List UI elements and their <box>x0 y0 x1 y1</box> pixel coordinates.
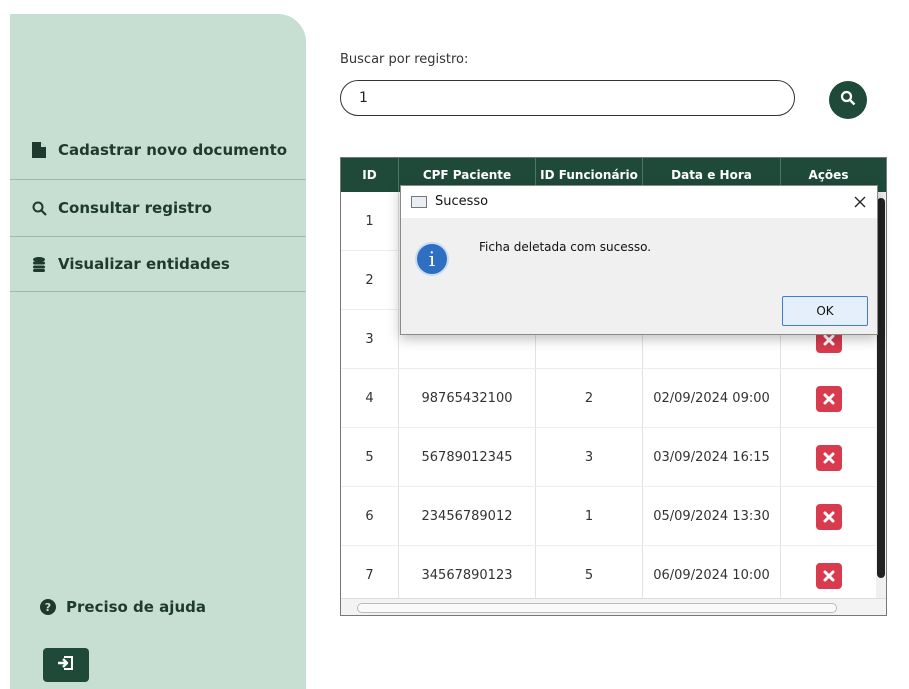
sign-out-icon <box>57 655 75 675</box>
close-icon <box>823 452 834 463</box>
logout-button[interactable] <box>43 648 89 682</box>
cell-datahora: 06/09/2024 10:00 <box>643 546 781 605</box>
delete-button[interactable] <box>815 385 842 412</box>
cell-funcionario: 5 <box>536 546 643 605</box>
close-icon <box>823 570 834 581</box>
cell-acoes <box>781 546 876 605</box>
cell-acoes <box>781 487 876 546</box>
sidebar-item-label: Consultar registro <box>58 199 212 217</box>
table-row[interactable]: 5 56789012345 3 03/09/2024 16:15 <box>341 428 886 487</box>
dialog-title: Sucesso <box>435 194 489 209</box>
search-icon <box>30 199 48 217</box>
cell-datahora: 05/09/2024 13:30 <box>643 487 781 546</box>
sidebar-item-visualizar[interactable]: Visualizar entidades <box>10 236 306 292</box>
dialog-close-button[interactable] <box>847 190 873 214</box>
cell-acoes <box>781 369 876 428</box>
cell-id: 7 <box>341 546 399 605</box>
sidebar-item-label: Cadastrar novo documento <box>58 141 288 159</box>
cell-funcionario: 1 <box>536 487 643 546</box>
close-icon <box>823 334 834 345</box>
cell-datahora: 03/09/2024 16:15 <box>643 428 781 487</box>
horizontal-scrollbar[interactable] <box>341 598 886 615</box>
cell-id: 3 <box>341 310 399 369</box>
cell-funcionario: 3 <box>536 428 643 487</box>
cell-funcionario: 2 <box>536 369 643 428</box>
cell-cpf: 34567890123 <box>399 546 536 605</box>
cell-id: 6 <box>341 487 399 546</box>
delete-button[interactable] <box>815 503 842 530</box>
delete-button[interactable] <box>815 444 842 471</box>
cell-id: 4 <box>341 369 399 428</box>
info-icon: i <box>415 242 449 276</box>
app-window: Cadastrar novo documento Consultar regis… <box>0 0 909 689</box>
search-icon <box>840 90 856 110</box>
column-header-id[interactable]: ID <box>341 158 399 192</box>
sidebar-item-cadastrar[interactable]: Cadastrar novo documento <box>10 122 306 178</box>
horizontal-scrollbar-thumb[interactable] <box>357 603 837 613</box>
dialog-body: i Ficha deletada com sucesso. OK <box>401 218 877 334</box>
divider <box>10 291 306 292</box>
dialog-titlebar[interactable]: Sucesso <box>401 186 877 218</box>
success-dialog: Sucesso i Ficha deletada com sucesso. OK <box>400 185 878 335</box>
search-label: Buscar por registro: <box>340 52 469 67</box>
vertical-scrollbar-thumb[interactable] <box>877 198 885 578</box>
database-icon <box>30 255 48 273</box>
close-icon <box>854 196 866 208</box>
sidebar-item-label: Visualizar entidades <box>58 255 230 273</box>
table-row[interactable]: 6 23456789012 1 05/09/2024 13:30 <box>341 487 886 546</box>
cell-id: 1 <box>341 192 399 251</box>
cell-cpf: 98765432100 <box>399 369 536 428</box>
ok-button[interactable]: OK <box>782 296 868 326</box>
sidebar: Cadastrar novo documento Consultar regis… <box>10 14 306 689</box>
close-icon <box>823 393 834 404</box>
cell-id: 5 <box>341 428 399 487</box>
search-input[interactable] <box>340 80 795 116</box>
cell-cpf: 56789012345 <box>399 428 536 487</box>
window-icon <box>411 196 427 208</box>
help-label: Preciso de ajuda <box>66 598 206 616</box>
delete-button[interactable] <box>815 562 842 589</box>
sidebar-item-consultar[interactable]: Consultar registro <box>10 180 306 236</box>
cell-cpf: 23456789012 <box>399 487 536 546</box>
help-link[interactable]: ? Preciso de ajuda <box>40 598 206 616</box>
table-row[interactable]: 7 34567890123 5 06/09/2024 10:00 <box>341 546 886 605</box>
table-row[interactable]: 4 98765432100 2 02/09/2024 09:00 <box>341 369 886 428</box>
close-icon <box>823 511 834 522</box>
question-circle-icon: ? <box>40 599 56 615</box>
dialog-message: Ficha deletada com sucesso. <box>479 240 652 254</box>
cell-datahora: 02/09/2024 09:00 <box>643 369 781 428</box>
cell-id: 2 <box>341 251 399 310</box>
cell-acoes <box>781 428 876 487</box>
search-button[interactable] <box>829 81 867 119</box>
document-icon <box>30 141 48 159</box>
